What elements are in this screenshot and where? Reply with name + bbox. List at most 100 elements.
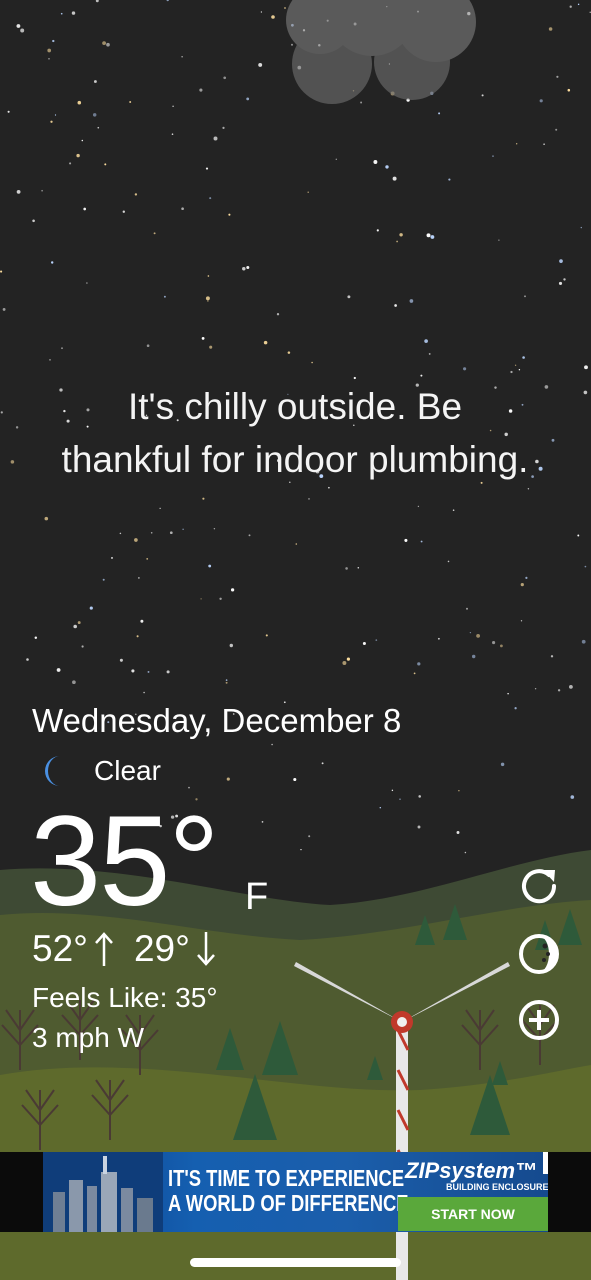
star	[230, 588, 235, 592]
star	[399, 233, 403, 237]
star	[32, 219, 35, 223]
star	[50, 120, 53, 123]
star	[392, 176, 397, 181]
star	[205, 296, 210, 301]
adchoices-icon[interactable]	[543, 1152, 548, 1174]
star	[413, 672, 416, 675]
star	[569, 685, 573, 689]
star	[514, 707, 517, 710]
star	[83, 207, 87, 211]
star	[555, 128, 558, 131]
star	[300, 848, 302, 851]
star	[260, 11, 263, 13]
star	[328, 486, 330, 489]
star	[44, 516, 49, 521]
weather-quote: It's chilly outside. Be thankful for ind…	[61, 386, 529, 480]
theme-icon[interactable]	[517, 932, 561, 976]
star	[81, 139, 84, 142]
star	[222, 126, 225, 129]
star	[308, 835, 311, 838]
star	[500, 762, 505, 767]
star	[76, 153, 80, 158]
ad-cta-button[interactable]: START NOW	[398, 1197, 548, 1231]
star	[147, 670, 150, 673]
star	[463, 367, 467, 371]
star	[146, 557, 149, 560]
high-temperature: 52°	[32, 928, 88, 969]
star	[458, 789, 460, 792]
star	[418, 795, 421, 798]
star	[10, 460, 15, 464]
star	[119, 658, 123, 662]
star	[271, 743, 273, 746]
star	[525, 576, 528, 580]
star	[86, 282, 88, 284]
ad-headline-line-1: IT'S TIME TO EXPERIENCE	[168, 1165, 405, 1191]
star	[583, 390, 588, 395]
star	[362, 641, 366, 646]
star	[342, 661, 347, 665]
star	[93, 80, 97, 83]
star	[209, 345, 213, 349]
star	[287, 351, 291, 354]
star	[559, 259, 563, 263]
star	[163, 295, 166, 298]
star	[551, 438, 555, 442]
star	[169, 531, 173, 535]
star	[584, 565, 587, 568]
star	[205, 167, 209, 170]
star	[420, 374, 423, 377]
feels-like: Feels Like: 35°	[32, 982, 218, 1013]
star	[97, 126, 100, 129]
star	[360, 101, 363, 104]
star	[548, 27, 553, 31]
star	[569, 5, 572, 8]
ad-creative[interactable]: IT'S TIME TO EXPERIENCE A WORLD OF DIFFE…	[43, 1152, 548, 1232]
star	[347, 295, 351, 299]
star	[531, 475, 534, 478]
star	[81, 645, 84, 648]
star	[208, 564, 212, 568]
star	[150, 532, 153, 534]
star	[102, 41, 107, 46]
star	[570, 795, 575, 799]
city-skyline-image	[43, 1152, 163, 1232]
star	[246, 265, 250, 270]
star	[52, 39, 55, 43]
current-temperature: 35°	[30, 790, 220, 933]
star	[567, 88, 571, 92]
star	[353, 376, 356, 380]
star	[510, 370, 513, 374]
ad-banner[interactable]: IT'S TIME TO EXPERIENCE A WORLD OF DIFFE…	[0, 1152, 591, 1232]
star	[498, 239, 500, 241]
star	[311, 361, 313, 364]
star	[539, 99, 543, 103]
star	[171, 133, 174, 135]
star	[276, 313, 280, 316]
star	[376, 229, 379, 232]
star	[471, 654, 476, 659]
star	[391, 789, 394, 792]
star	[106, 42, 110, 47]
star	[50, 261, 54, 264]
ad-headline-line-2: A WORLD OF DIFFERENCE.	[168, 1190, 414, 1216]
star	[577, 534, 580, 537]
star	[0, 411, 3, 414]
star	[223, 76, 227, 80]
star	[428, 352, 431, 355]
star	[557, 689, 561, 692]
star	[346, 657, 350, 661]
star	[228, 213, 231, 216]
wind-speed: 3 mph W	[32, 1022, 145, 1053]
moon-icon	[45, 756, 60, 786]
star	[321, 762, 324, 765]
star	[448, 178, 451, 181]
add-location-icon[interactable]	[517, 998, 561, 1042]
home-indicator[interactable]	[190, 1258, 401, 1267]
refresh-icon[interactable]	[517, 864, 561, 908]
star	[56, 668, 61, 672]
star	[219, 597, 222, 600]
star	[226, 777, 230, 781]
star	[357, 567, 360, 569]
star	[426, 233, 431, 238]
